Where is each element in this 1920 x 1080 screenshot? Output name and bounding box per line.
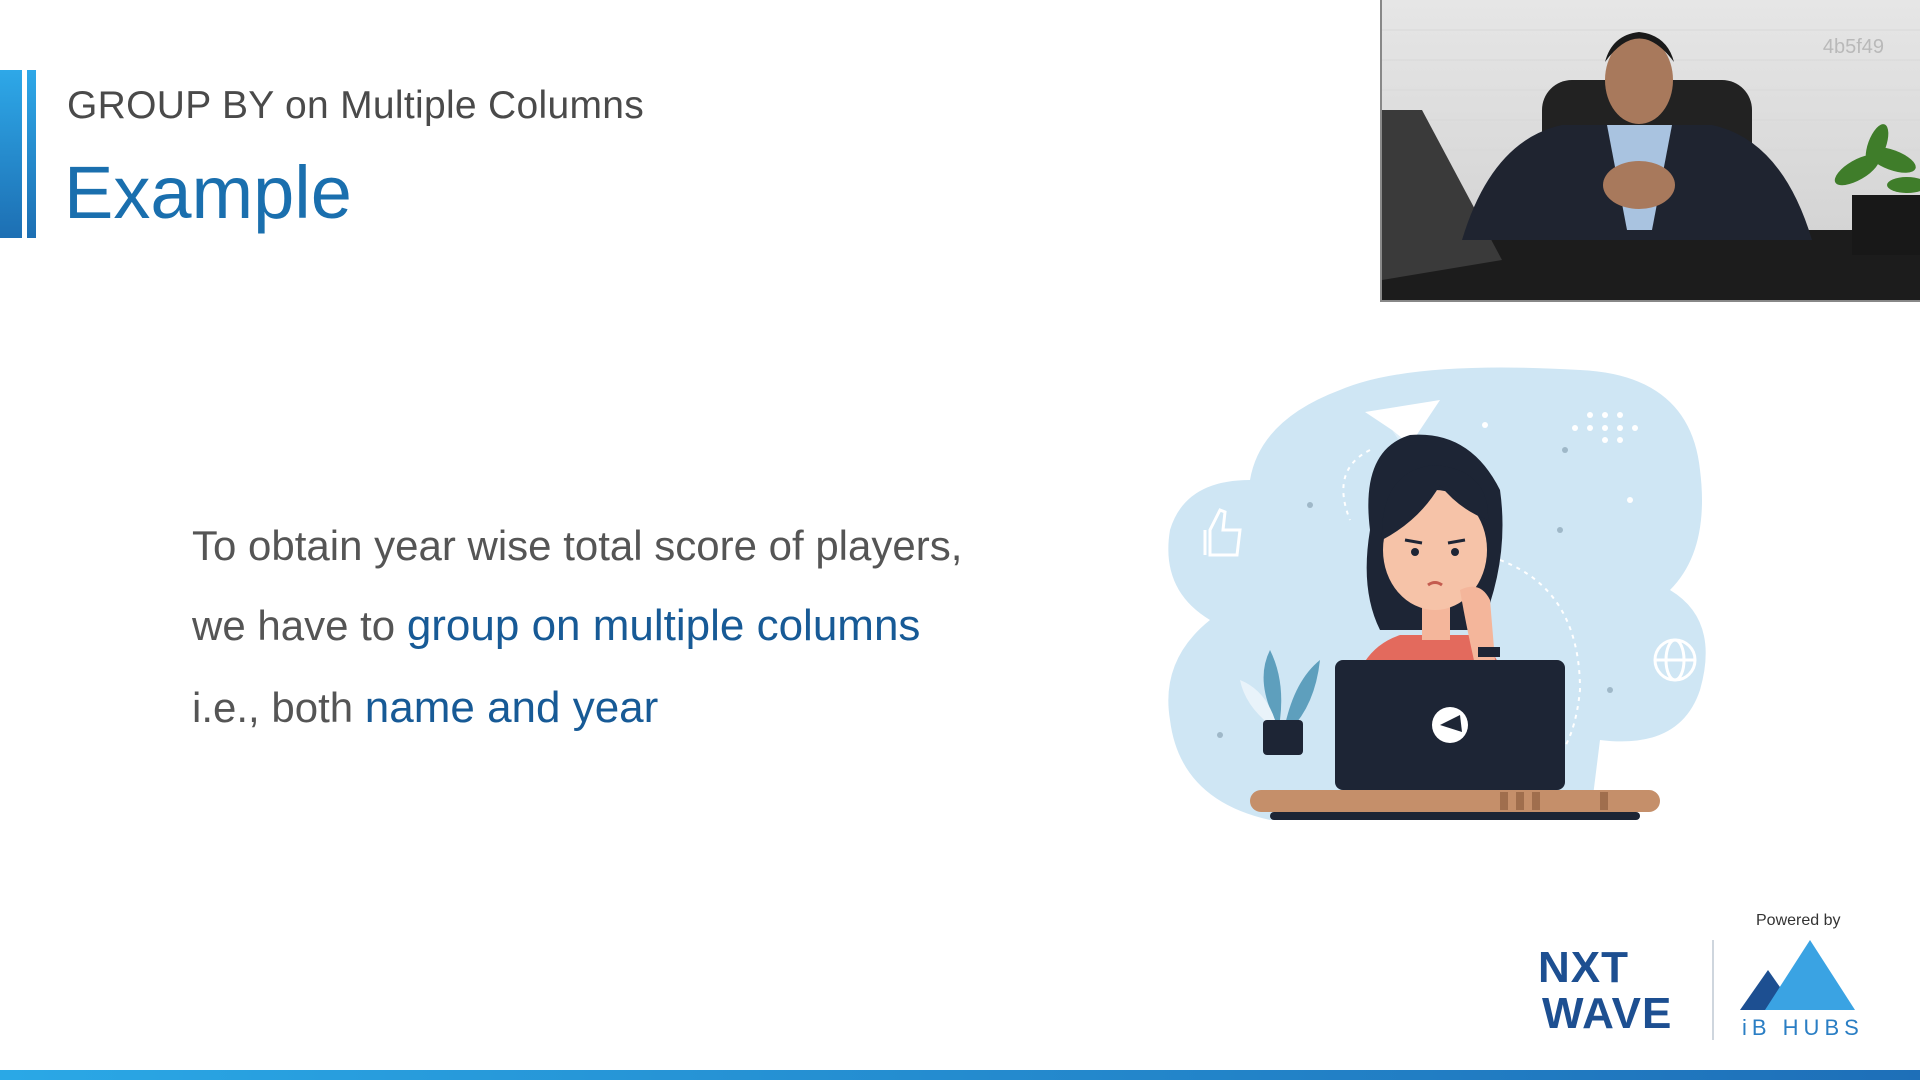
body-line-3-highlight: name and year [364,683,659,732]
slide-subtitle: GROUP BY on Multiple Columns [67,84,645,127]
body-line-1: To obtain year wise total score of playe… [192,522,1092,570]
body-line-2-prefix: we have to [192,602,407,649]
logo-divider [1712,940,1714,1040]
accent-bar-right [27,70,36,238]
body-line-3-prefix: i.e., both [192,684,365,731]
slide-title: Example [64,151,352,234]
body-line-3: i.e., both name and year [192,683,1092,733]
body-line-1-text: To obtain year wise total score of playe… [192,522,963,569]
video-overlay-code: 4b5f49 [1822,36,1884,58]
thinking-woman-illustration [1168,367,1706,820]
laptop-icon [1335,660,1565,790]
presenter-video[interactable]: 4b5f49 [1380,0,1920,302]
nxtwave-logo-top: NXT [1538,943,1629,992]
nxtwave-logo-bottom: WAVE [1542,989,1673,1038]
ibhubs-logo-text: iB HUBS [1742,1015,1864,1040]
ibhubs-mountain-icon [1740,940,1855,1010]
powered-by-label: Powered by [1756,912,1841,929]
bottom-accent-bar [0,1070,1920,1080]
accent-bar-left [0,70,22,238]
body-line-2-highlight: group on multiple columns [406,601,921,650]
body-line-2: we have to group on multiple columns [192,601,1092,651]
